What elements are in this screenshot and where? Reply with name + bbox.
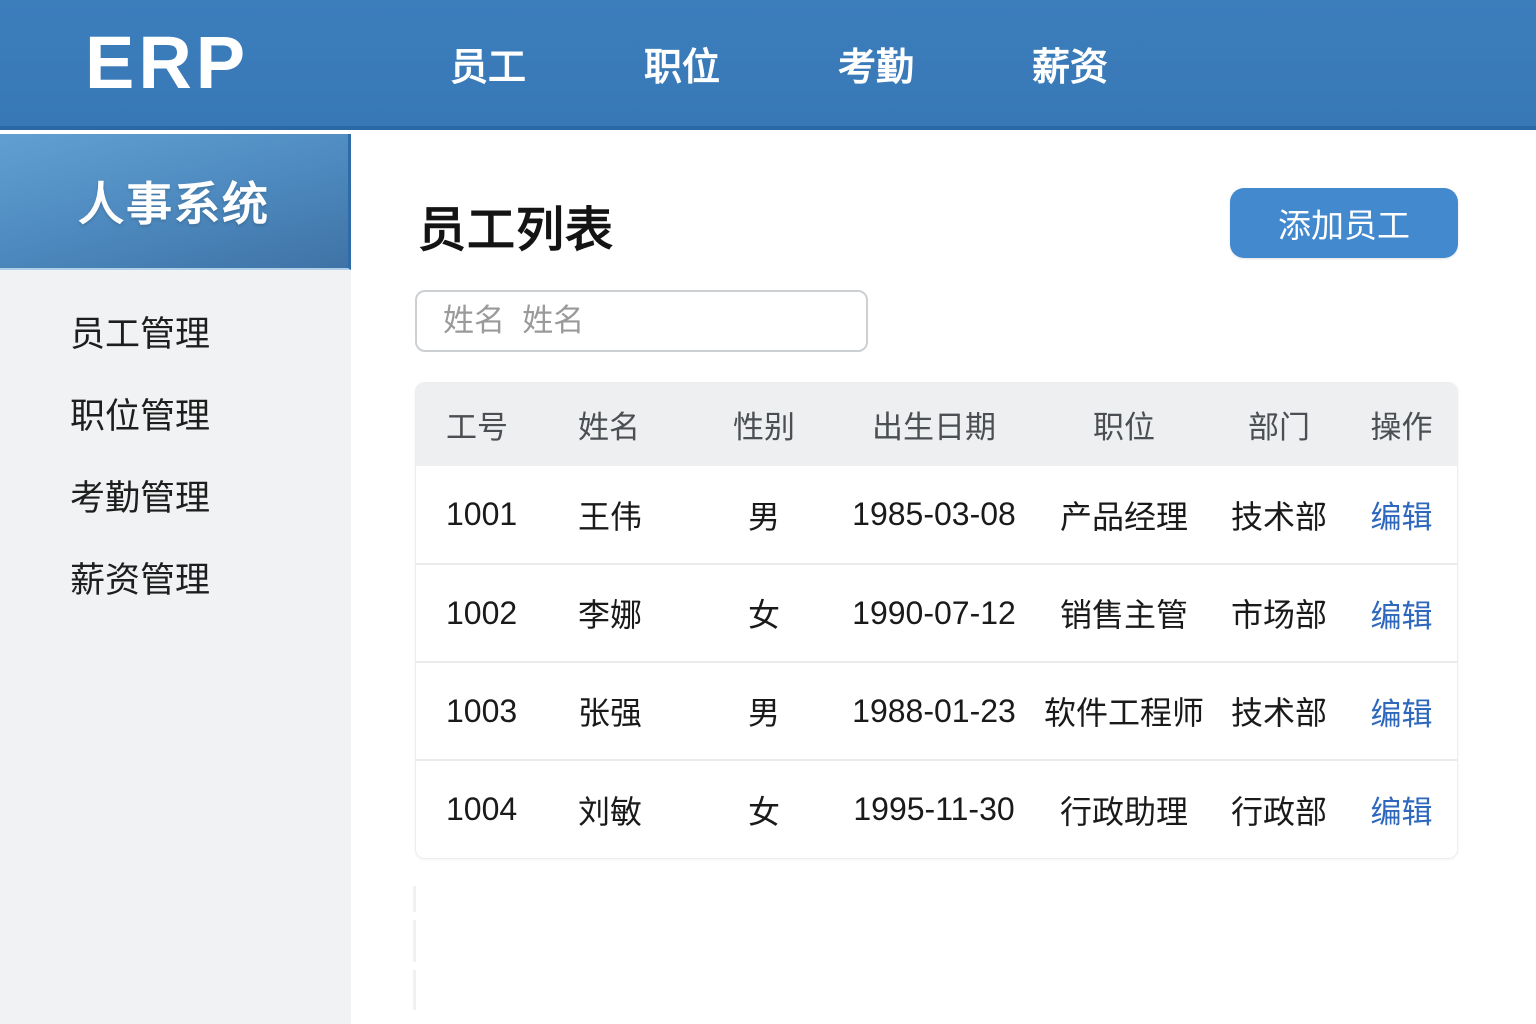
cell-birthdate: 1990-07-12 (834, 563, 1034, 662)
nav-item-employees[interactable]: 员工 (450, 36, 526, 91)
cell-position: 产品经理 (1034, 466, 1214, 564)
cell-position: 软件工程师 (1034, 661, 1214, 760)
column-header-position: 职位 (1034, 383, 1214, 466)
column-header-gender: 性别 (694, 383, 834, 466)
cell-department: 技术部 (1214, 466, 1344, 564)
edit-link[interactable]: 编辑 (1371, 599, 1433, 634)
sidebar-item-employee-management[interactable]: 员工管理 (0, 290, 351, 372)
sidebar-title: 人事系统 (78, 178, 270, 230)
cell-gender: 男 (694, 661, 834, 760)
table-row: 1004 刘敏 女 1995-11-30 行政助理 行政部 编辑 (416, 759, 1457, 858)
cell-name: 王伟 (548, 466, 694, 564)
cell-birthdate: 1985-03-08 (834, 466, 1034, 564)
cell-department: 技术部 (1214, 661, 1344, 760)
nav-item-positions[interactable]: 职位 (644, 36, 720, 91)
name-search-input[interactable] (415, 290, 868, 352)
cell-position: 销售主管 (1034, 563, 1214, 662)
add-employee-button[interactable]: 添加员工 (1230, 188, 1458, 258)
main-content: 员工列表 添加员工 工号 姓名 性别 出生日期 职位 部门 操作 (351, 134, 1536, 1024)
sidebar: 人事系统 员工管理 职位管理 考勤管理 薪资管理 (0, 134, 351, 1024)
cell-name: 张强 (548, 661, 694, 760)
cell-employee-id: 1003 (416, 661, 548, 760)
sidebar-header: 人事系统 (0, 134, 351, 270)
cell-department: 行政部 (1214, 759, 1344, 858)
sidebar-item-salary-management[interactable]: 薪资管理 (0, 536, 351, 618)
faded-artifact-marks (413, 886, 417, 1018)
cell-birthdate: 1995-11-30 (834, 759, 1034, 858)
app-logo: ERP (85, 21, 250, 104)
column-header-department: 部门 (1214, 383, 1344, 466)
top-navbar: ERP 员工 职位 考勤 薪资 (0, 0, 1536, 130)
top-nav-menu: 员工 职位 考勤 薪资 (450, 0, 1108, 126)
employee-table-card: 工号 姓名 性别 出生日期 职位 部门 操作 1001 王伟 男 1985-03… (415, 382, 1458, 859)
sidebar-item-attendance-management[interactable]: 考勤管理 (0, 454, 351, 536)
nav-item-attendance[interactable]: 考勤 (838, 36, 914, 91)
column-header-name: 姓名 (548, 383, 694, 466)
cell-name: 刘敏 (548, 759, 694, 858)
cell-employee-id: 1001 (416, 466, 548, 564)
cell-employee-id: 1002 (416, 563, 548, 662)
nav-item-salary[interactable]: 薪资 (1032, 36, 1108, 91)
table-row: 1003 张强 男 1988-01-23 软件工程师 技术部 编辑 (416, 661, 1457, 760)
column-header-actions: 操作 (1344, 383, 1457, 466)
cell-employee-id: 1004 (416, 759, 548, 858)
column-header-employee-id: 工号 (416, 383, 548, 466)
table-row: 1001 王伟 男 1985-03-08 产品经理 技术部 编辑 (416, 466, 1457, 564)
edit-link[interactable]: 编辑 (1371, 697, 1433, 732)
sidebar-menu: 员工管理 职位管理 考勤管理 薪资管理 (0, 270, 351, 618)
page-title: 员工列表 (418, 204, 615, 257)
edit-link[interactable]: 编辑 (1371, 795, 1433, 830)
table-row: 1002 李娜 女 1990-07-12 销售主管 市场部 编辑 (416, 563, 1457, 662)
cell-gender: 女 (694, 759, 834, 858)
cell-position: 行政助理 (1034, 759, 1214, 858)
edit-link[interactable]: 编辑 (1371, 500, 1433, 535)
cell-birthdate: 1988-01-23 (834, 661, 1034, 760)
cell-gender: 女 (694, 563, 834, 662)
column-header-birthdate: 出生日期 (834, 383, 1034, 466)
sidebar-item-position-management[interactable]: 职位管理 (0, 372, 351, 454)
employee-table: 工号 姓名 性别 出生日期 职位 部门 操作 1001 王伟 男 1985-03… (416, 383, 1457, 858)
cell-name: 李娜 (548, 563, 694, 662)
cell-gender: 男 (694, 466, 834, 564)
cell-department: 市场部 (1214, 563, 1344, 662)
table-header-row: 工号 姓名 性别 出生日期 职位 部门 操作 (416, 383, 1457, 466)
